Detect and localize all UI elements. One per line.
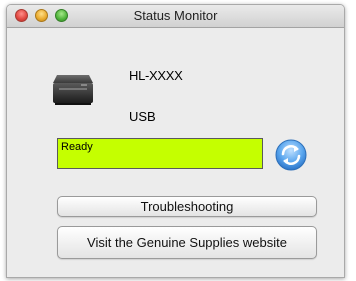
connection-type: USB: [129, 109, 156, 124]
status-display: Ready: [57, 138, 263, 169]
printer-model-name: HL-XXXX: [129, 68, 183, 83]
status-text: Ready: [61, 141, 93, 153]
troubleshooting-button[interactable]: Troubleshooting: [57, 196, 317, 217]
refresh-icon[interactable]: [275, 139, 307, 171]
status-monitor-window: Status Monitor HL-XXXX USB Ready Trouble…: [6, 4, 345, 278]
window-title: Status Monitor: [133, 8, 218, 23]
printer-icon: [53, 75, 93, 105]
genuine-supplies-button[interactable]: Visit the Genuine Supplies website: [57, 226, 317, 259]
title-bar[interactable]: Status Monitor: [7, 5, 344, 28]
